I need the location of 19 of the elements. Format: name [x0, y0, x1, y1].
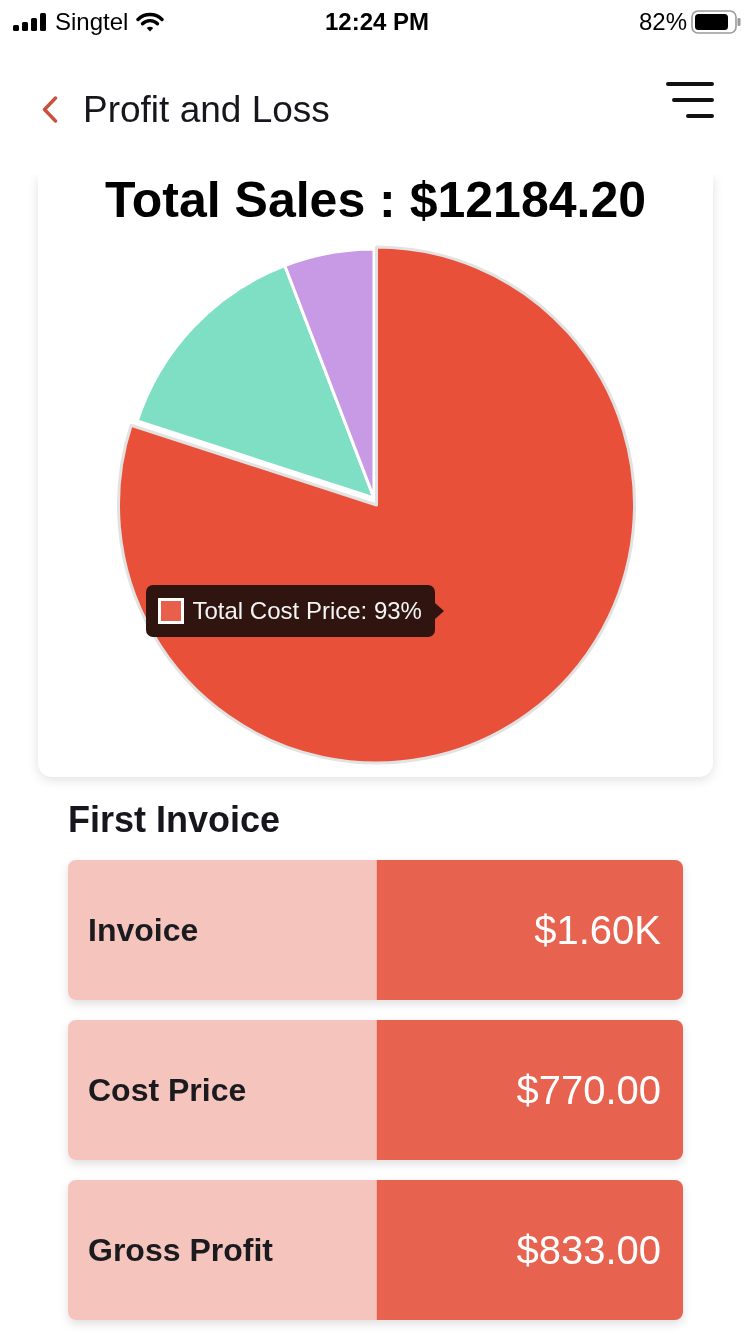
battery-icon — [691, 10, 741, 34]
row-label: Invoice — [68, 860, 376, 1000]
signal-icon — [13, 13, 47, 31]
row-value: $833.00 — [375, 1180, 683, 1320]
tooltip-text: Total Cost Price: 93% — [192, 599, 422, 623]
back-icon[interactable] — [42, 96, 58, 123]
battery-percent: 82% — [638, 10, 687, 34]
page-title: Profit and Loss — [83, 91, 330, 128]
section-title: First Invoice — [68, 800, 282, 840]
row-label: Cost Price — [68, 1020, 376, 1160]
total-sales-title: Total Sales : $12184.20 — [103, 175, 648, 225]
menu-icon[interactable] — [666, 81, 714, 118]
row-label: Gross Profit — [68, 1180, 376, 1320]
row-value: $770.00 — [375, 1020, 683, 1160]
carrier-name: Singtel — [55, 10, 129, 34]
status-time: 12:24 PM — [324, 10, 430, 34]
wifi-icon — [136, 12, 165, 32]
row-value: $1.60K — [375, 860, 683, 1000]
legend-swatch-icon — [157, 598, 184, 624]
